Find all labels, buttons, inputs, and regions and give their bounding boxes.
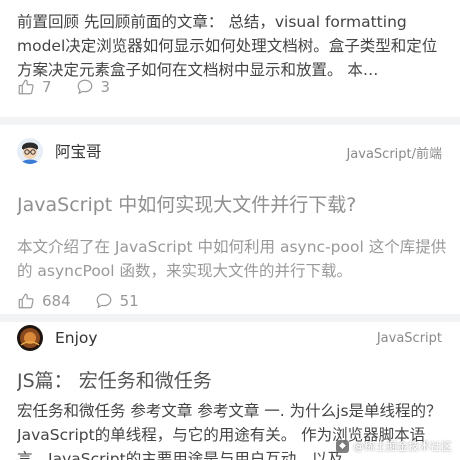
avatar-illustration xyxy=(17,325,43,351)
article-stats: 7 3 xyxy=(17,78,134,96)
comment-count: 51 xyxy=(119,292,139,310)
article-author[interactable]: 阿宝哥 xyxy=(17,138,102,164)
watermark-logo-icon: ◆ xyxy=(336,439,349,453)
article-category[interactable]: JavaScript xyxy=(377,331,442,346)
article-stats: 684 51 xyxy=(17,292,163,310)
comment-icon xyxy=(96,293,111,308)
comment-button[interactable]: 51 xyxy=(95,292,139,310)
thumbs-up-icon xyxy=(18,293,34,309)
article-title[interactable]: JavaScript 中如何实现大文件并行下载? xyxy=(17,190,447,217)
comment-button[interactable]: 3 xyxy=(76,78,111,96)
article-category[interactable]: JavaScript/前端 xyxy=(346,143,442,162)
thumbs-up-icon xyxy=(18,79,34,95)
feed-divider xyxy=(0,117,460,125)
author-name[interactable]: 阿宝哥 xyxy=(55,140,102,162)
excerpt-text: 前置回顾 先回顾前面的文章： 总结，visual formatting mode… xyxy=(17,13,438,79)
author-name[interactable]: Enjoy xyxy=(55,329,98,347)
avatar-illustration xyxy=(17,138,43,164)
article-feed: 前置回顾 先回顾前面的文章： 总结，visual formatting mode… xyxy=(0,0,460,460)
like-button[interactable]: 684 xyxy=(17,292,71,310)
like-count: 684 xyxy=(42,292,71,310)
article-title[interactable]: JS篇： 宏任务和微任务 xyxy=(17,366,447,393)
watermark-text: @稀土掘金技术社区 xyxy=(353,440,452,453)
comment-count: 3 xyxy=(100,78,111,96)
watermark: ◆ @稀土掘金技术社区 xyxy=(336,438,452,454)
article-author[interactable]: Enjoy xyxy=(17,325,98,351)
like-count: 7 xyxy=(42,78,52,96)
feed-divider xyxy=(0,314,460,322)
excerpt-text: 本文介绍了在 JavaScript 中如何利用 async-pool 这个库提供… xyxy=(17,238,447,280)
comment-icon xyxy=(77,79,92,94)
like-button[interactable]: 7 xyxy=(17,78,52,96)
avatar[interactable] xyxy=(17,325,43,351)
avatar[interactable] xyxy=(17,138,43,164)
article-excerpt[interactable]: 前置回顾 先回顾前面的文章： 总结，visual formatting mode… xyxy=(17,10,447,82)
article-excerpt[interactable]: 本文介绍了在 JavaScript 中如何利用 async-pool 这个库提供… xyxy=(17,235,447,283)
